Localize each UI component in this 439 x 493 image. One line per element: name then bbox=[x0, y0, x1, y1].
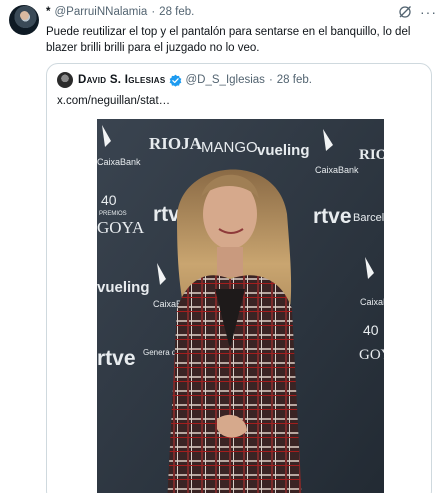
backdrop-rioja-1: RIOJA bbox=[149, 134, 203, 153]
more-options-icon[interactable]: ··· bbox=[420, 4, 437, 20]
backdrop-vueling-2: vueling bbox=[97, 279, 150, 296]
backdrop-goya-number-1: 40 bbox=[101, 192, 117, 208]
verified-badge-icon bbox=[169, 74, 181, 87]
backdrop-goya-word-2: GOYA bbox=[359, 347, 384, 363]
backdrop-barcelona: Barcelon bbox=[353, 212, 384, 224]
backdrop-rtve-2: rtve bbox=[313, 205, 352, 228]
quoted-tweet-card[interactable]: David S. Iglesias @D_S_Iglesias · 28 feb… bbox=[46, 63, 432, 493]
backdrop-rtve-3: rtve bbox=[97, 347, 136, 370]
backdrop-rioja-2: RIOJA bbox=[359, 147, 384, 163]
quoted-photo[interactable]: RIOJA MANGO vueling RIOJA CaixaBank Caix… bbox=[97, 119, 384, 493]
tweet-text: Puede reutilizar el top y el pantalón pa… bbox=[46, 26, 411, 54]
person-figure bbox=[167, 169, 302, 493]
tweet-date[interactable]: 28 feb. bbox=[159, 6, 194, 18]
author-handle[interactable]: @ParruiNNalamia bbox=[54, 6, 147, 18]
quote-separator: · bbox=[268, 74, 273, 86]
tweet-header: * @ParruiNNalamia · 28 feb. bbox=[46, 6, 194, 18]
quote-author-name[interactable]: David S. Iglesias bbox=[78, 74, 166, 86]
backdrop-mango: MANGO bbox=[201, 139, 258, 156]
backdrop-caixabank-4: CaixaBank bbox=[360, 297, 384, 307]
header-separator: · bbox=[151, 6, 156, 18]
quote-author-handle[interactable]: @D_S_Iglesias bbox=[186, 74, 265, 86]
quote-header: David S. Iglesias @D_S_Iglesias · 28 feb… bbox=[57, 72, 312, 88]
grok-icon[interactable] bbox=[398, 5, 412, 19]
author-avatar[interactable] bbox=[9, 5, 39, 35]
backdrop-goya-premios: PREMIOS bbox=[99, 211, 127, 217]
backdrop-caixabank-2: CaixaBank bbox=[315, 165, 359, 175]
quote-author-avatar[interactable] bbox=[57, 72, 73, 88]
backdrop-goya-word-1: GOYA bbox=[97, 218, 145, 237]
quote-date[interactable]: 28 feb. bbox=[277, 74, 312, 86]
backdrop-caixabank-1: CaixaBank bbox=[97, 157, 141, 167]
backdrop-goya-number-2: 40 bbox=[363, 322, 379, 338]
name-star[interactable]: * bbox=[46, 6, 50, 18]
quote-link[interactable]: x.com/neguillan/stat… bbox=[57, 95, 170, 107]
backdrop-vueling: vueling bbox=[257, 142, 310, 159]
